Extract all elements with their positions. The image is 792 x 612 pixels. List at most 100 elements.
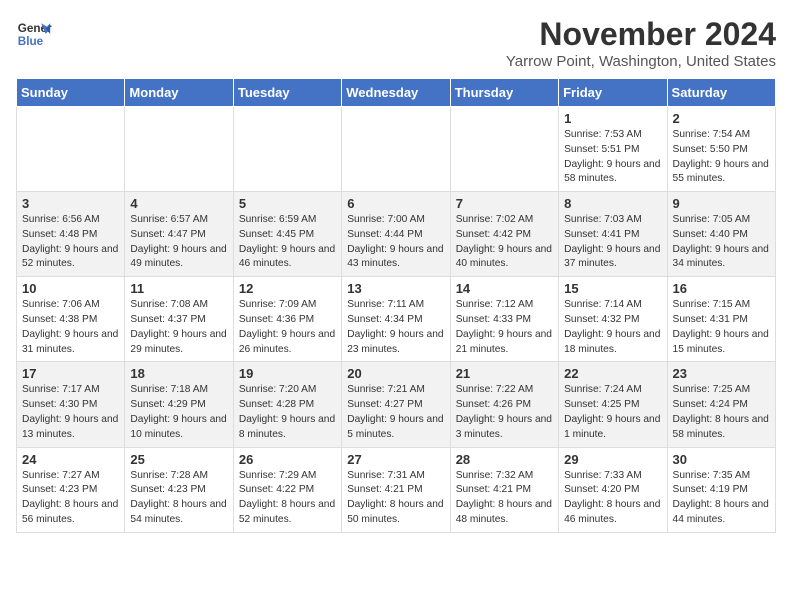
calendar-cell: 3 Sunrise: 6:56 AM Sunset: 4:48 PM Daylig… (17, 192, 125, 277)
calendar-cell: 22 Sunrise: 7:24 AM Sunset: 4:25 PM Dayli… (559, 362, 667, 447)
calendar-cell: 19 Sunrise: 7:20 AM Sunset: 4:28 PM Dayli… (233, 362, 341, 447)
calendar-cell: 25 Sunrise: 7:28 AM Sunset: 4:23 PM Dayli… (125, 447, 233, 532)
calendar-cell: 7Sunrise: 7:02 AM Sunset: 4:42 PM Daylig… (450, 192, 558, 277)
day-info: Sunrise: 7:12 AM Sunset: 4:33 PM Dayligh… (456, 298, 553, 357)
day-number: 4 (130, 196, 227, 211)
calendar-cell: 21 Sunrise: 7:22 AM Sunset: 4:26 PM Dayli… (450, 362, 558, 447)
day-number: 14 (456, 281, 553, 296)
day-number: 3 (22, 196, 119, 211)
calendar-cell: 17Sunrise: 7:17 AM Sunset: 4:30 PM Dayli… (17, 362, 125, 447)
calendar-cell: 26 Sunrise: 7:29 AM Sunset: 4:22 PM Dayli… (233, 447, 341, 532)
day-info: Sunrise: 7:22 AM Sunset: 4:26 PM Dayligh… (456, 383, 553, 442)
day-number: 12 (239, 281, 336, 296)
calendar-cell: 23Sunrise: 7:25 AM Sunset: 4:24 PM Dayli… (667, 362, 775, 447)
day-info: Sunrise: 6:57 AM Sunset: 4:47 PM Dayligh… (130, 213, 227, 272)
day-number: 22 (564, 366, 661, 381)
day-info: Sunrise: 7:09 AM Sunset: 4:36 PM Dayligh… (239, 298, 336, 357)
day-info: Sunrise: 7:32 AM Sunset: 4:21 PM Dayligh… (456, 469, 553, 528)
day-number: 19 (239, 366, 336, 381)
calendar-cell: 15 Sunrise: 7:14 AM Sunset: 4:32 PM Dayli… (559, 277, 667, 362)
day-number: 11 (130, 281, 227, 296)
day-number: 27 (347, 452, 444, 467)
day-number: 20 (347, 366, 444, 381)
day-info: Sunrise: 7:31 AM Sunset: 4:21 PM Dayligh… (347, 469, 444, 528)
day-info: Sunrise: 6:56 AM Sunset: 4:48 PM Dayligh… (22, 213, 119, 272)
day-info: Sunrise: 7:02 AM Sunset: 4:42 PM Dayligh… (456, 213, 553, 272)
calendar-day-header: Thursday (450, 79, 558, 107)
logo: General Blue (16, 16, 52, 52)
calendar-cell: 14 Sunrise: 7:12 AM Sunset: 4:33 PM Dayli… (450, 277, 558, 362)
calendar-cell: 18 Sunrise: 7:18 AM Sunset: 4:29 PM Dayli… (125, 362, 233, 447)
calendar-cell: 12 Sunrise: 7:09 AM Sunset: 4:36 PM Dayli… (233, 277, 341, 362)
day-number: 13 (347, 281, 444, 296)
title-area: November 2024 Yarrow Point, Washington, … (506, 16, 776, 70)
day-info: Sunrise: 7:00 AM Sunset: 4:44 PM Dayligh… (347, 213, 444, 272)
calendar-cell: 6Sunrise: 7:00 AM Sunset: 4:44 PM Daylig… (342, 192, 450, 277)
calendar-cell: 8 Sunrise: 7:03 AM Sunset: 4:41 PM Daylig… (559, 192, 667, 277)
calendar-day-header: Sunday (17, 79, 125, 107)
calendar-cell: 24 Sunrise: 7:27 AM Sunset: 4:23 PM Dayli… (17, 447, 125, 532)
day-info: Sunrise: 7:24 AM Sunset: 4:25 PM Dayligh… (564, 383, 661, 442)
day-info: Sunrise: 7:08 AM Sunset: 4:37 PM Dayligh… (130, 298, 227, 357)
calendar-cell: 5Sunrise: 6:59 AM Sunset: 4:45 PM Daylig… (233, 192, 341, 277)
day-number: 18 (130, 366, 227, 381)
day-number: 10 (22, 281, 119, 296)
day-number: 21 (456, 366, 553, 381)
day-info: Sunrise: 7:29 AM Sunset: 4:22 PM Dayligh… (239, 469, 336, 528)
calendar-cell: 10Sunrise: 7:06 AM Sunset: 4:38 PM Dayli… (17, 277, 125, 362)
day-number: 23 (673, 366, 770, 381)
day-number: 5 (239, 196, 336, 211)
day-info: Sunrise: 7:17 AM Sunset: 4:30 PM Dayligh… (22, 383, 119, 442)
calendar-cell: 1 Sunrise: 7:53 AM Sunset: 5:51 PM Daylig… (559, 107, 667, 192)
calendar-cell (17, 107, 125, 192)
day-number: 29 (564, 452, 661, 467)
day-number: 8 (564, 196, 661, 211)
calendar-day-header: Tuesday (233, 79, 341, 107)
day-info: Sunrise: 7:33 AM Sunset: 4:20 PM Dayligh… (564, 469, 661, 528)
day-number: 26 (239, 452, 336, 467)
day-info: Sunrise: 7:21 AM Sunset: 4:27 PM Dayligh… (347, 383, 444, 442)
calendar-cell: 2Sunrise: 7:54 AM Sunset: 5:50 PM Daylig… (667, 107, 775, 192)
calendar-header-row: SundayMondayTuesdayWednesdayThursdayFrid… (17, 79, 776, 107)
calendar-cell: 27 Sunrise: 7:31 AM Sunset: 4:21 PM Dayli… (342, 447, 450, 532)
day-number: 24 (22, 452, 119, 467)
calendar-day-header: Friday (559, 79, 667, 107)
day-info: Sunrise: 7:14 AM Sunset: 4:32 PM Dayligh… (564, 298, 661, 357)
calendar-cell: 28 Sunrise: 7:32 AM Sunset: 4:21 PM Dayli… (450, 447, 558, 532)
calendar-cell: 4 Sunrise: 6:57 AM Sunset: 4:47 PM Daylig… (125, 192, 233, 277)
day-info: Sunrise: 7:54 AM Sunset: 5:50 PM Dayligh… (673, 128, 770, 187)
calendar-cell: 30Sunrise: 7:35 AM Sunset: 4:19 PM Dayli… (667, 447, 775, 532)
logo-icon: General Blue (16, 16, 52, 52)
header: General Blue November 2024 Yarrow Point,… (16, 16, 776, 70)
day-number: 9 (673, 196, 770, 211)
day-info: Sunrise: 7:27 AM Sunset: 4:23 PM Dayligh… (22, 469, 119, 528)
calendar-cell: 13 Sunrise: 7:11 AM Sunset: 4:34 PM Dayli… (342, 277, 450, 362)
day-number: 30 (673, 452, 770, 467)
subtitle: Yarrow Point, Washington, United States (506, 53, 776, 70)
day-number: 1 (564, 111, 661, 126)
calendar-week-row: 1 Sunrise: 7:53 AM Sunset: 5:51 PM Daylig… (17, 107, 776, 192)
day-info: Sunrise: 7:53 AM Sunset: 5:51 PM Dayligh… (564, 128, 661, 187)
day-info: Sunrise: 7:18 AM Sunset: 4:29 PM Dayligh… (130, 383, 227, 442)
svg-text:Blue: Blue (18, 35, 44, 48)
day-info: Sunrise: 7:28 AM Sunset: 4:23 PM Dayligh… (130, 469, 227, 528)
day-number: 15 (564, 281, 661, 296)
main-title: November 2024 (506, 16, 776, 53)
day-info: Sunrise: 7:11 AM Sunset: 4:34 PM Dayligh… (347, 298, 444, 357)
day-info: Sunrise: 7:05 AM Sunset: 4:40 PM Dayligh… (673, 213, 770, 272)
calendar-cell: 9 Sunrise: 7:05 AM Sunset: 4:40 PM Daylig… (667, 192, 775, 277)
calendar-cell (450, 107, 558, 192)
day-info: Sunrise: 7:20 AM Sunset: 4:28 PM Dayligh… (239, 383, 336, 442)
day-number: 28 (456, 452, 553, 467)
calendar-week-row: 24 Sunrise: 7:27 AM Sunset: 4:23 PM Dayli… (17, 447, 776, 532)
calendar-cell (125, 107, 233, 192)
day-number: 16 (673, 281, 770, 296)
day-info: Sunrise: 7:03 AM Sunset: 4:41 PM Dayligh… (564, 213, 661, 272)
calendar-day-header: Monday (125, 79, 233, 107)
calendar-cell (342, 107, 450, 192)
day-number: 25 (130, 452, 227, 467)
calendar-cell (233, 107, 341, 192)
calendar-week-row: 3 Sunrise: 6:56 AM Sunset: 4:48 PM Daylig… (17, 192, 776, 277)
calendar-cell: 20 Sunrise: 7:21 AM Sunset: 4:27 PM Dayli… (342, 362, 450, 447)
calendar-cell: 11 Sunrise: 7:08 AM Sunset: 4:37 PM Dayli… (125, 277, 233, 362)
